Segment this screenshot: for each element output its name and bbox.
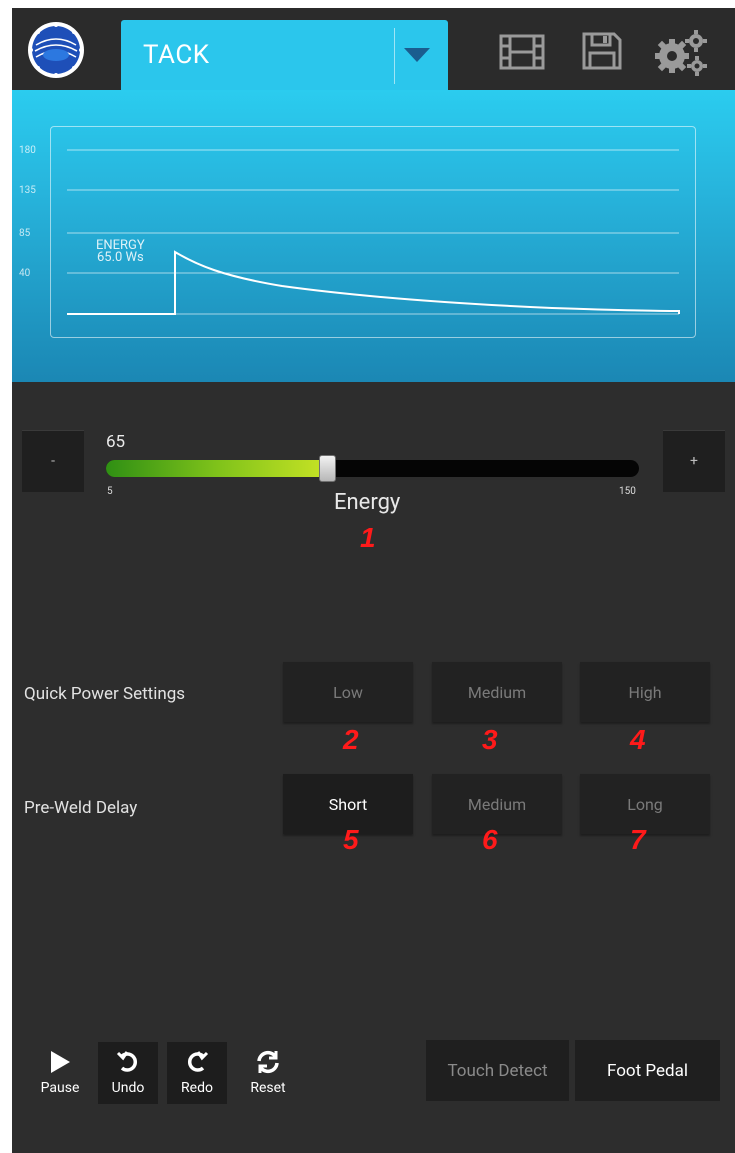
callout-number: 1 <box>360 522 376 553</box>
undo-button[interactable]: Undo <box>98 1042 158 1104</box>
reset-label: Reset <box>250 1080 286 1096</box>
annotation-value: 65.0 Ws <box>96 250 144 265</box>
app-window: TACK 180 135 85 40 ENERGY 65.0 Ws - + 65… <box>12 8 735 1153</box>
increase-button[interactable]: + <box>663 430 725 492</box>
energy-series-line <box>67 250 680 315</box>
slider-value: 65 <box>106 432 126 452</box>
logo-icon[interactable] <box>27 21 85 79</box>
settings-gears-icon[interactable] <box>652 28 712 80</box>
foot-pedal-button[interactable]: Foot Pedal <box>575 1040 720 1101</box>
quick-power-high-button[interactable]: High <box>580 662 710 722</box>
energy-slider-thumb[interactable] <box>319 455 337 482</box>
undo-label: Undo <box>111 1080 145 1096</box>
slider-label: Energy <box>334 490 401 515</box>
touch-detect-button[interactable]: Touch Detect <box>426 1040 569 1101</box>
pause-button[interactable]: Pause <box>30 1042 90 1104</box>
dropdown-arrow-icon[interactable] <box>404 48 430 67</box>
callout-number: 5 <box>343 824 359 855</box>
quick-power-medium-button[interactable]: Medium <box>432 662 562 722</box>
film-icon[interactable] <box>499 34 545 74</box>
redo-label: Redo <box>181 1080 213 1096</box>
energy-slider-track[interactable] <box>106 460 639 477</box>
callout-number: 4 <box>630 724 646 755</box>
reset-button[interactable]: Reset <box>238 1042 298 1104</box>
callout-number: 6 <box>482 824 498 855</box>
mode-label: TACK <box>143 40 210 70</box>
redo-icon <box>167 1050 227 1074</box>
undo-icon <box>98 1050 158 1074</box>
energy-chart-panel: 180 135 85 40 ENERGY 65.0 Ws <box>12 90 735 382</box>
callout-number: 3 <box>482 724 498 755</box>
refresh-icon <box>238 1050 298 1074</box>
save-icon[interactable] <box>582 32 622 74</box>
energy-chart <box>67 149 680 315</box>
quick-power-label: Quick Power Settings <box>24 684 186 704</box>
callout-number: 2 <box>343 724 359 755</box>
pause-label: Pause <box>40 1080 80 1096</box>
slider-min: 5 <box>107 486 113 497</box>
play-icon <box>30 1050 90 1074</box>
mode-divider <box>394 28 395 84</box>
top-bar: TACK <box>12 8 735 90</box>
callout-number: 7 <box>630 824 646 855</box>
pre-weld-delay-label: Pre-Weld Delay <box>24 798 138 818</box>
energy-slider-fill <box>106 460 327 477</box>
decrease-button[interactable]: - <box>22 430 84 492</box>
mode-selector[interactable]: TACK <box>121 20 448 90</box>
quick-power-low-button[interactable]: Low <box>283 662 413 722</box>
redo-button[interactable]: Redo <box>167 1042 227 1104</box>
energy-annotation: ENERGY 65.0 Ws <box>96 239 145 265</box>
slider-max: 150 <box>619 486 636 497</box>
